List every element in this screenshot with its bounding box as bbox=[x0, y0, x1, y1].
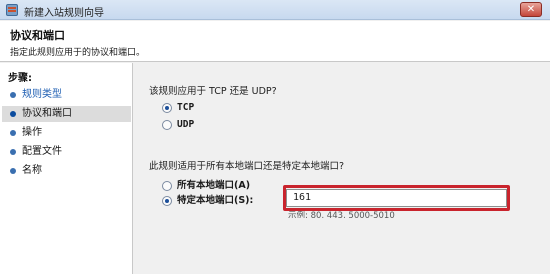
radio-label-tcp: TCP bbox=[177, 102, 195, 113]
close-icon: ✕ bbox=[526, 4, 536, 15]
radio-button-checked[interactable] bbox=[162, 196, 172, 206]
step-label: 名称 bbox=[22, 165, 42, 176]
radio-label-all-ports: 所有本地端口(A) bbox=[177, 180, 251, 191]
steps-panel: 步骤: 规则类型 协议和端口 操作 配置文件 名称 bbox=[0, 63, 133, 274]
wizard-content: 该规则应用于 TCP 还是 UDP? TCP UDP 此规则适用于所有本地端口还… bbox=[134, 63, 550, 274]
ports-question: 此规则适用于所有本地端口还是特定本地端口? bbox=[149, 161, 345, 172]
radio-label-specific-ports: 特定本地端口(S): bbox=[177, 195, 254, 206]
protocol-question: 该规则应用于 TCP 还是 UDP? bbox=[149, 86, 277, 97]
step-label: 协议和端口 bbox=[22, 108, 72, 119]
step-bullet-icon bbox=[10, 149, 16, 155]
radio-button[interactable] bbox=[162, 181, 172, 191]
page-subtitle: 指定此规则应用于的协议和端口。 bbox=[10, 48, 146, 58]
port-input[interactable]: 161 bbox=[286, 189, 507, 207]
steps-label: 步骤: bbox=[8, 73, 32, 84]
step-rule-type[interactable]: 规则类型 bbox=[2, 87, 131, 103]
step-profile[interactable]: 配置文件 bbox=[2, 144, 131, 160]
firewall-icon bbox=[6, 4, 18, 16]
port-example-text: 示例: 80, 443, 5000-5010 bbox=[288, 211, 395, 218]
step-bullet-icon bbox=[10, 111, 16, 117]
title-bar: 新建入站规则向导 ✕ bbox=[0, 0, 550, 20]
step-bullet-icon bbox=[10, 168, 16, 174]
step-label: 配置文件 bbox=[22, 146, 62, 157]
window-title: 新建入站规则向导 bbox=[24, 8, 104, 19]
step-bullet-icon bbox=[10, 130, 16, 136]
radio-button[interactable] bbox=[162, 120, 172, 130]
radio-label-udp: UDP bbox=[177, 119, 195, 130]
radio-button-checked[interactable] bbox=[162, 103, 172, 113]
step-label: 规则类型 bbox=[22, 89, 62, 100]
step-action[interactable]: 操作 bbox=[2, 125, 131, 141]
step-label: 操作 bbox=[22, 127, 42, 138]
step-name[interactable]: 名称 bbox=[2, 163, 131, 179]
close-button[interactable]: ✕ bbox=[520, 2, 542, 17]
step-bullet-icon bbox=[10, 92, 16, 98]
wizard-header: 协议和端口 指定此规则应用于的协议和端口。 bbox=[0, 21, 550, 62]
page-title: 协议和端口 bbox=[10, 29, 65, 42]
step-protocol-ports[interactable]: 协议和端口 bbox=[2, 106, 131, 122]
